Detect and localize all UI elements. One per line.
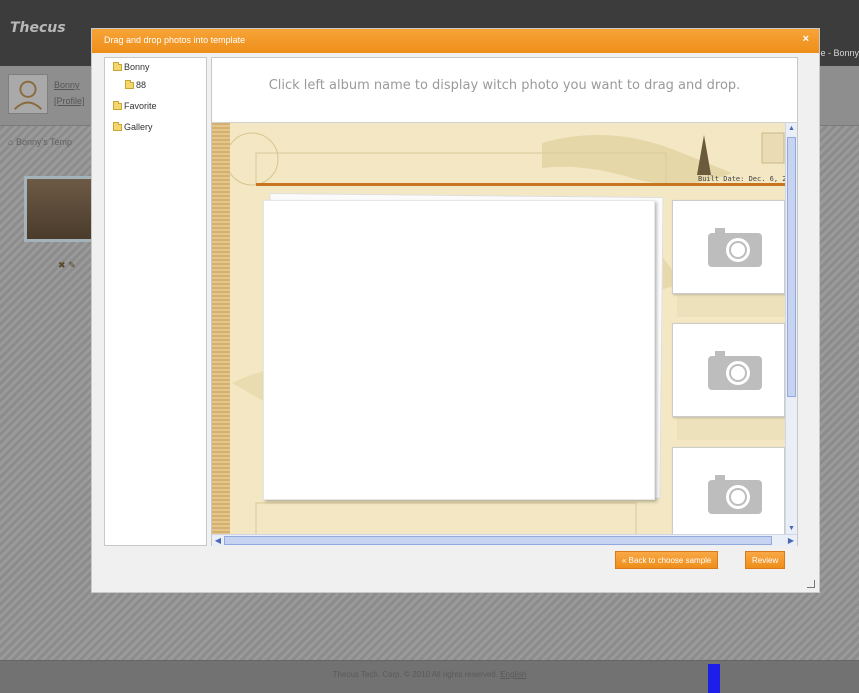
dialog-header: Drag and drop photos into template × [92, 29, 819, 53]
photo-slot-3[interactable] [672, 447, 785, 535]
tree-item-label: Favorite [124, 101, 157, 111]
review-button[interactable]: Review [745, 551, 786, 569]
photo-slot-2[interactable] [672, 323, 785, 417]
horizontal-scrollbar[interactable]: ◀ ▶ [212, 534, 797, 546]
tree-item-favorite[interactable]: Favorite [113, 100, 157, 111]
built-date-text: Built Date: Dec. 6, 2 [698, 175, 785, 183]
copyright-text: Thecus Tech. Corp. © 2010 All rights res… [332, 670, 498, 679]
tree-item-label: 88 [136, 80, 147, 90]
horizontal-scroll-thumb[interactable] [224, 536, 772, 545]
home-icon: ⌂ [8, 137, 14, 147]
tree-item-gallery[interactable]: Gallery [113, 121, 153, 132]
user-icon [14, 80, 42, 110]
blue-marker [708, 664, 720, 693]
camera-icon [708, 475, 762, 514]
camera-icon [708, 351, 762, 390]
vertical-scrollbar[interactable]: ▲ ▼ [785, 123, 797, 535]
thumbnail-actions: ✖ ✎ [58, 260, 76, 271]
tree-item-label: Bonny [124, 62, 150, 72]
back-to-choose-sample-button[interactable]: « Back to choose sample [615, 551, 719, 569]
folder-icon [113, 121, 122, 131]
delete-icon[interactable]: ✖ [58, 260, 66, 270]
divider-line [256, 183, 785, 186]
drag-drop-dialog: Drag and drop photos into template × Bon… [91, 28, 820, 593]
header-user-label: e - Bonny [820, 48, 859, 58]
footer-text: Thecus Tech. Corp. © 2010 All rights res… [0, 670, 859, 679]
scroll-right-icon[interactable]: ▶ [786, 535, 796, 546]
scroll-up-icon[interactable]: ▲ [787, 124, 796, 134]
profile-link[interactable]: [Profile] [54, 96, 85, 106]
avatar[interactable] [8, 74, 48, 114]
thecus-logo: Thecus [10, 20, 66, 36]
breadcrumb-label: Bonny's Temp [15, 137, 73, 147]
tree-item-88[interactable]: 88 [125, 79, 147, 90]
postcard-template: Built Date: Dec. 6, 2 [212, 123, 785, 535]
scroll-down-icon[interactable]: ▼ [787, 524, 796, 534]
vertical-scroll-thumb[interactable] [787, 137, 796, 397]
tree-item-label: Gallery [124, 122, 153, 132]
instruction-text: Click left album name to display witch p… [268, 78, 741, 93]
album-tree: Bonny 88 Favorite Gallery [104, 57, 207, 546]
template-canvas: Built Date: Dec. 6, 2 ▲ ▼ ◀ ▶ [212, 122, 797, 546]
dialog-title: Drag and drop photos into template [104, 35, 246, 45]
decorative-stripe [212, 123, 230, 535]
template-panel: Click left album name to display witch p… [211, 57, 798, 546]
resize-handle[interactable] [807, 580, 815, 588]
camera-icon [708, 228, 762, 267]
language-link[interactable]: English [500, 670, 526, 679]
close-icon[interactable]: × [803, 33, 809, 45]
folder-icon [113, 100, 122, 110]
folder-icon [125, 79, 134, 89]
user-name-link[interactable]: Bonny [54, 80, 80, 90]
scroll-left-icon[interactable]: ◀ [213, 535, 223, 546]
breadcrumb[interactable]: ⌂ Bonny's Temp [8, 137, 72, 147]
folder-icon [113, 61, 122, 71]
main-photo-slot[interactable] [263, 200, 655, 500]
edit-icon[interactable]: ✎ [68, 260, 76, 270]
photo-slot-1[interactable] [672, 200, 785, 294]
tree-item-bonny[interactable]: Bonny [113, 61, 150, 72]
banner-decoration [92, 4, 202, 24]
